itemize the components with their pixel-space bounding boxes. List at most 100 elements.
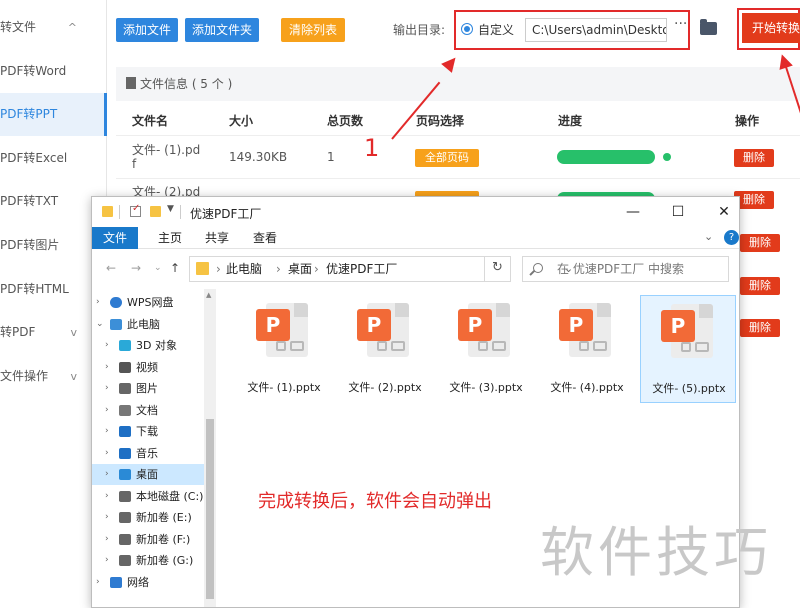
expand-right-icon[interactable]: › — [105, 378, 109, 399]
close-button[interactable]: ✕ — [709, 201, 739, 223]
file-item[interactable]: P 文件- (5).pptx — [640, 295, 736, 403]
output-path-input[interactable]: C:\Users\admin\Desktop — [525, 18, 667, 42]
expand-right-icon[interactable]: › — [96, 572, 100, 593]
file-item[interactable]: P 文件- (3).pptx — [438, 295, 534, 403]
nav-item[interactable]: › 桌面 — [92, 464, 204, 485]
explorer-title-bar[interactable]: ▼ 优速PDF工厂 — ☐ ✕ — [92, 197, 739, 227]
quick-access-dropdown-icon[interactable]: ▼ — [167, 204, 174, 214]
nav-item-label: 本地磁盘 (C:) — [136, 489, 204, 503]
browse-more-button[interactable]: ··· — [674, 16, 687, 32]
expand-right-icon[interactable]: › — [105, 400, 109, 421]
back-arrow-icon[interactable]: ← — [106, 261, 116, 275]
nav-item[interactable]: › 文档 — [92, 400, 204, 421]
separator — [180, 205, 181, 219]
expand-right-icon[interactable]: › — [105, 507, 109, 528]
add-file-button[interactable]: 添加文件 — [116, 18, 178, 42]
expand-down-icon[interactable]: ⌄ — [96, 314, 104, 335]
nav-item[interactable]: › 下载 — [92, 421, 204, 442]
navigation-pane: › WPS网盘 ⌄ 此电脑 › 3D 对象 › 视频 › 图片 › 文档 › 下载 › 音乐 › 桌面 › 本地磁盘 … — [92, 289, 204, 607]
nav-item[interactable]: › 视频 — [92, 357, 204, 378]
scroll-up-icon[interactable]: ▲ — [206, 291, 211, 299]
disk-icon — [119, 490, 131, 502]
breadcrumb-this-pc[interactable]: 此电脑 — [226, 257, 262, 281]
file-item[interactable]: P 文件- (2).pptx — [337, 295, 433, 403]
delete-button[interactable]: 删除 — [740, 319, 780, 337]
delete-button[interactable]: 删除 — [734, 149, 774, 167]
nav-item[interactable]: › WPS网盘 — [92, 292, 204, 313]
add-folder-button[interactable]: 添加文件夹 — [185, 18, 259, 42]
annotation-caption: 完成转换后，软件会自动弹出 — [258, 491, 492, 512]
nav-item[interactable]: › 网络 — [92, 572, 204, 593]
scroll-thumb[interactable] — [206, 419, 214, 599]
refresh-icon[interactable]: ↻ — [484, 256, 510, 282]
nav-item[interactable]: › 新加卷 (E:) — [92, 507, 204, 528]
file-item[interactable]: P 文件- (1).pptx — [236, 295, 332, 403]
slide-shape — [276, 341, 286, 351]
disk-icon — [119, 512, 131, 523]
pptx-file-icon: P — [357, 303, 409, 357]
custom-radio[interactable] — [461, 23, 473, 35]
slide-shape — [681, 342, 691, 352]
delete-button[interactable]: 删除 — [740, 277, 780, 295]
minimize-button[interactable]: — — [618, 201, 648, 223]
page-fold — [395, 303, 409, 317]
sidebar-group-convert-file[interactable]: 转文件 ^ — [0, 6, 107, 49]
page-select-tag[interactable]: 全部页码 — [415, 149, 479, 167]
sidebar-item-pdf-to-word[interactable]: PDF转Word — [0, 50, 107, 93]
nav-item[interactable]: › 本地磁盘 (C:) — [92, 486, 204, 507]
music-icon — [119, 447, 131, 459]
breadcrumb-desktop[interactable]: 桌面 — [288, 257, 312, 281]
nav-item[interactable]: ⌄ 此电脑 — [92, 314, 204, 335]
nav-item[interactable]: › 新加卷 (G:) — [92, 550, 204, 571]
forward-arrow-icon[interactable]: → — [131, 261, 141, 275]
maximize-button[interactable]: ☐ — [663, 201, 693, 223]
clear-list-button[interactable]: 清除列表 — [281, 18, 345, 42]
new-folder-icon[interactable] — [150, 206, 161, 217]
nav-scrollbar[interactable]: ▲ — [204, 289, 216, 607]
expand-right-icon[interactable]: › — [105, 335, 109, 356]
column-header-progress: 进度 — [558, 114, 583, 128]
sidebar-item-pdf-to-excel[interactable]: PDF转Excel — [0, 137, 107, 180]
expand-right-icon[interactable]: › — [105, 550, 109, 571]
expand-right-icon[interactable]: › — [105, 443, 109, 464]
recent-locations-icon[interactable]: ⌄ — [154, 263, 162, 273]
nav-item[interactable]: › 图片 — [92, 378, 204, 399]
tab-file[interactable]: 文件 — [92, 227, 138, 249]
expand-right-icon[interactable]: › — [105, 464, 109, 485]
pptx-file-icon: P — [661, 304, 713, 358]
start-convert-button[interactable]: 开始转换 — [742, 13, 800, 43]
progress-done-icon — [663, 153, 671, 161]
expand-right-icon[interactable]: › — [105, 357, 109, 378]
tab-home[interactable]: 主页 — [150, 227, 190, 249]
expand-right-icon[interactable]: › — [105, 421, 109, 442]
nav-item-label: 音乐 — [136, 446, 158, 460]
file-item[interactable]: P 文件- (4).pptx — [539, 295, 635, 403]
document-icon — [119, 404, 131, 416]
tab-view[interactable]: 查看 — [245, 227, 285, 249]
search-input[interactable]: 在 优速PDF工厂 中搜索 — [522, 256, 729, 282]
page-fold — [597, 303, 611, 317]
delete-button[interactable]: 删除 — [740, 234, 780, 252]
delete-button[interactable]: 删除 — [734, 191, 774, 209]
help-icon[interactable]: ? — [724, 230, 739, 245]
expand-right-icon[interactable]: › — [105, 486, 109, 507]
nav-item[interactable]: › 音乐 — [92, 443, 204, 464]
tab-share[interactable]: 共享 — [197, 227, 237, 249]
nav-item[interactable]: › 新加卷 (F:) — [92, 529, 204, 550]
address-bar[interactable]: › 此电脑 › 桌面 › 优速PDF工厂 ⌄ — [189, 256, 573, 282]
nav-item-label: 3D 对象 — [136, 339, 177, 352]
slide-shape — [290, 341, 304, 351]
screenshot-root: 转文件 ^ PDF转Word PDF转PPT PDF转Excel PDF转TXT… — [0, 0, 800, 608]
ribbon-collapse-icon[interactable]: ⌄ — [704, 230, 713, 243]
properties-icon[interactable] — [130, 203, 141, 217]
separator — [119, 205, 120, 219]
up-arrow-icon[interactable]: ↑ — [170, 261, 180, 275]
breadcrumb-folder[interactable]: 优速PDF工厂 — [326, 257, 397, 281]
disk-icon — [119, 533, 131, 545]
expand-right-icon[interactable]: › — [105, 529, 109, 550]
nav-item-label: 新加卷 (F:) — [136, 532, 191, 546]
expand-right-icon[interactable]: › — [96, 292, 100, 313]
nav-item[interactable]: › 3D 对象 — [92, 335, 204, 356]
sidebar-item-pdf-to-ppt[interactable]: PDF转PPT — [0, 93, 107, 136]
open-folder-icon[interactable] — [700, 19, 717, 35]
